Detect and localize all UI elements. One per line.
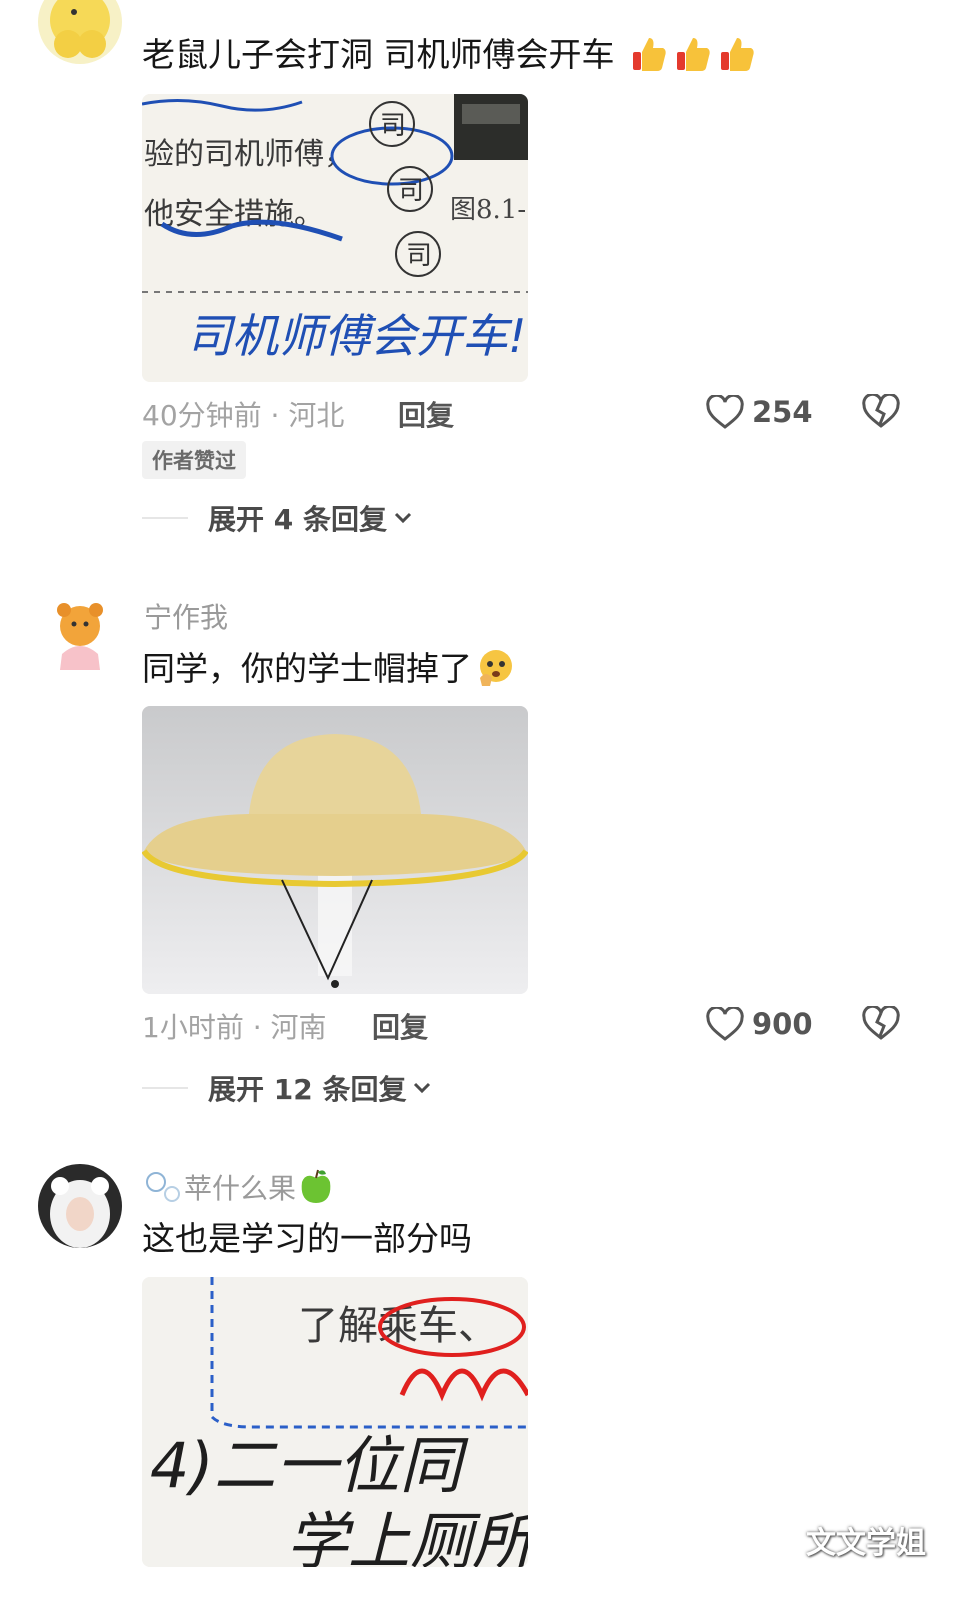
heart-icon xyxy=(706,395,744,429)
location: 河北 xyxy=(288,399,345,432)
avatar[interactable] xyxy=(38,1164,122,1248)
comment-meta: 1小时前 · 河南 xyxy=(142,1011,327,1044)
comment-image[interactable] xyxy=(142,706,528,994)
expand-replies[interactable]: 展开 12 条回复 xyxy=(142,1070,432,1106)
timestamp: 1小时前 xyxy=(142,1011,244,1044)
like-count: 900 xyxy=(752,1007,813,1041)
shocked-face-icon xyxy=(476,648,516,688)
thumbs-up-icon xyxy=(629,34,669,74)
bubbles-icon xyxy=(144,1172,184,1205)
chevron-down-icon xyxy=(394,512,412,524)
dislike-button[interactable] xyxy=(862,392,900,432)
like-count: 254 xyxy=(752,395,813,429)
handwritten-note: 4)二一位同 xyxy=(150,1429,469,1502)
like-button[interactable]: 254 xyxy=(706,392,813,432)
circled-char: 司 xyxy=(380,111,406,141)
username[interactable]: 宁作我 xyxy=(144,596,228,636)
author-liked-badge: 作者赞过 xyxy=(142,441,246,479)
broken-heart-icon xyxy=(862,392,900,428)
comment-meta: 40分钟前 · 河北 xyxy=(142,399,345,432)
comment-image[interactable]: 验的司机师傅， 他安全措施。 司 司 司 图8.1- 司机师傅会开车!!! xyxy=(142,94,528,382)
username-label: 苹什么果 xyxy=(184,1172,297,1205)
dislike-button[interactable] xyxy=(862,1004,900,1044)
expand-label: 展开 12 条回复 xyxy=(208,1073,407,1106)
circled-char: 司 xyxy=(406,241,432,271)
username[interactable]: 苹什么果 xyxy=(144,1166,336,1207)
divider-line xyxy=(142,1087,188,1089)
figure-label: 图8.1- xyxy=(450,195,526,225)
reply-button[interactable]: 回复 xyxy=(398,394,454,434)
avatar[interactable] xyxy=(38,0,122,64)
divider-line xyxy=(142,517,188,519)
handwritten-note: 司机师傅会开车!!! xyxy=(186,309,528,363)
handwritten-note: 学上厕所 xyxy=(286,1505,528,1567)
location: 河南 xyxy=(270,1011,327,1044)
timestamp: 40分钟前 xyxy=(142,399,262,432)
comment-image[interactable]: 了解乘车、 4)二一位同 学上厕所 xyxy=(142,1277,528,1567)
thumbs-up-icon xyxy=(673,34,713,74)
expand-replies[interactable]: 展开 4 条回复 xyxy=(142,500,413,536)
reply-button[interactable]: 回复 xyxy=(372,1006,428,1046)
broken-heart-icon xyxy=(862,1004,900,1040)
expand-label: 展开 4 条回复 xyxy=(208,503,387,536)
comment-text: 这也是学习的一部分吗 xyxy=(142,1219,472,1258)
watermark: 文文学姐 xyxy=(806,1526,926,1561)
heart-icon xyxy=(706,1007,744,1041)
comment-text: 老鼠儿子会打洞 司机师傅会开车 xyxy=(142,34,757,75)
avatar[interactable] xyxy=(38,594,122,678)
textbook-line: 验的司机师傅， xyxy=(144,137,354,172)
green-apple-icon xyxy=(296,1169,336,1205)
chevron-down-icon xyxy=(414,1082,431,1094)
thumbs-up-icon xyxy=(717,34,757,74)
circled-char: 司 xyxy=(398,176,424,206)
comment-text: 同学，你的学士帽掉了 xyxy=(142,648,516,689)
like-button[interactable]: 900 xyxy=(706,1004,813,1044)
